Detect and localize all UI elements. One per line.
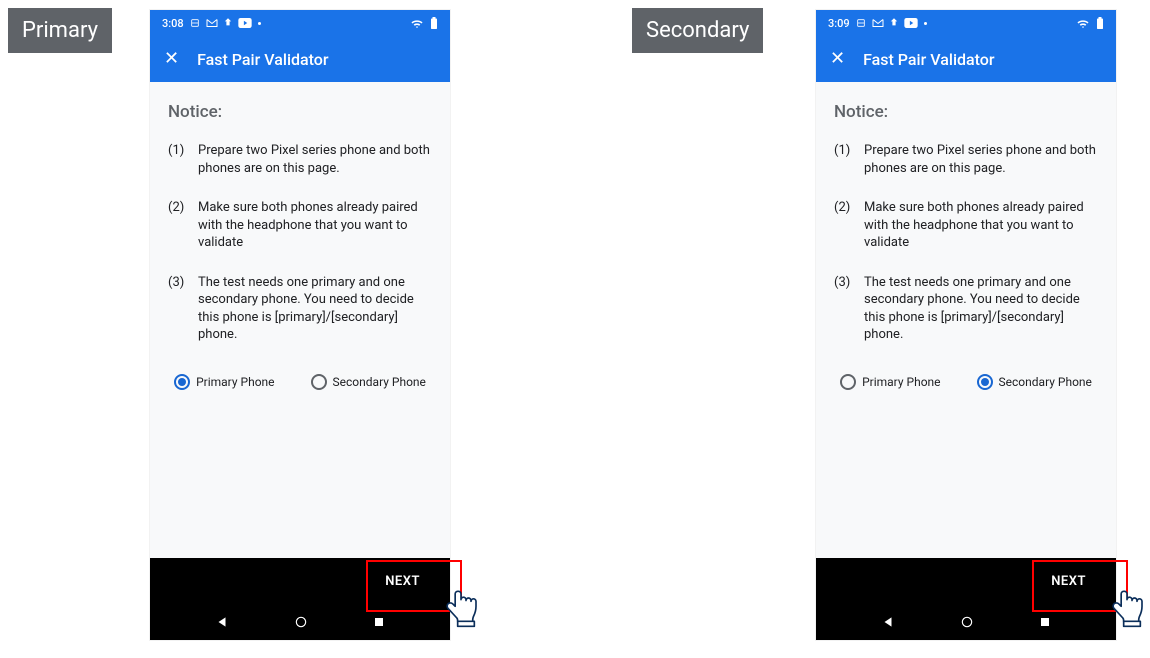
nav-bar xyxy=(150,604,450,640)
notice-text: Prepare two Pixel series phone and both … xyxy=(864,142,1098,177)
radio-group: Primary Phone Secondary Phone xyxy=(834,374,1098,390)
action-bar: NEXT xyxy=(816,558,1116,604)
content-area: Notice: (1) Prepare two Pixel series pho… xyxy=(150,82,450,558)
signal-mini-icon xyxy=(224,18,232,28)
close-icon[interactable]: ✕ xyxy=(164,50,179,68)
next-button[interactable]: NEXT xyxy=(385,574,420,589)
notice-num: (3) xyxy=(168,274,188,344)
notice-num: (1) xyxy=(834,142,854,177)
notice-item: (2) Make sure both phones already paired… xyxy=(168,199,432,252)
wifi-icon xyxy=(1076,18,1090,28)
status-bar: 3:09 xyxy=(816,10,1116,36)
nav-recents-icon[interactable] xyxy=(1039,616,1051,628)
youtube-icon xyxy=(238,18,252,28)
youtube-icon xyxy=(904,18,918,28)
notice-heading: Notice: xyxy=(168,102,432,122)
radio-secondary-phone[interactable]: Secondary Phone xyxy=(977,374,1092,390)
phone-secondary: 3:09 ✕ Fast Pair Validator xyxy=(816,10,1116,640)
nav-home-icon[interactable] xyxy=(294,615,308,629)
bottom-area: NEXT xyxy=(150,558,450,640)
status-bar: 3:08 xyxy=(150,10,450,36)
radio-group: Primary Phone Secondary Phone xyxy=(168,374,432,390)
notice-text: The test needs one primary and one secon… xyxy=(198,274,432,344)
radio-button-icon xyxy=(977,374,993,390)
nav-recents-icon[interactable] xyxy=(373,616,385,628)
radio-label: Secondary Phone xyxy=(999,375,1092,389)
notice-item: (1) Prepare two Pixel series phone and b… xyxy=(168,142,432,177)
radio-label: Secondary Phone xyxy=(333,375,426,389)
notice-item: (2) Make sure both phones already paired… xyxy=(834,199,1098,252)
nav-home-icon[interactable] xyxy=(960,615,974,629)
radio-button-icon xyxy=(174,374,190,390)
nav-bar xyxy=(816,604,1116,640)
radio-primary-phone[interactable]: Primary Phone xyxy=(840,374,940,390)
nav-back-icon[interactable] xyxy=(881,615,895,629)
status-time: 3:09 xyxy=(828,17,850,30)
radio-secondary-phone[interactable]: Secondary Phone xyxy=(311,374,426,390)
pointer-hand-icon xyxy=(444,588,478,628)
notice-text: Make sure both phones already paired wit… xyxy=(864,199,1098,252)
device-label-secondary: Secondary xyxy=(632,8,763,53)
status-more-dot xyxy=(258,22,261,25)
wifi-icon xyxy=(410,18,424,28)
action-bar: NEXT xyxy=(150,558,450,604)
radio-button-icon xyxy=(311,374,327,390)
screenshot-icon xyxy=(856,18,866,28)
notice-text: The test needs one primary and one secon… xyxy=(864,274,1098,344)
app-title: Fast Pair Validator xyxy=(197,50,328,69)
notice-item: (1) Prepare two Pixel series phone and b… xyxy=(834,142,1098,177)
notice-text: Make sure both phones already paired wit… xyxy=(198,199,432,252)
app-bar: ✕ Fast Pair Validator xyxy=(150,36,450,82)
app-bar: ✕ Fast Pair Validator xyxy=(816,36,1116,82)
app-title: Fast Pair Validator xyxy=(863,50,994,69)
notice-item: (3) The test needs one primary and one s… xyxy=(168,274,432,344)
gmail-icon xyxy=(872,18,884,28)
screenshot-icon xyxy=(190,18,200,28)
next-button[interactable]: NEXT xyxy=(1051,574,1086,589)
radio-primary-phone[interactable]: Primary Phone xyxy=(174,374,274,390)
battery-icon xyxy=(430,17,438,29)
gmail-icon xyxy=(206,18,218,28)
notice-num: (3) xyxy=(834,274,854,344)
radio-label: Primary Phone xyxy=(862,375,940,389)
close-icon[interactable]: ✕ xyxy=(830,50,845,68)
notice-heading: Notice: xyxy=(834,102,1098,122)
radio-button-icon xyxy=(840,374,856,390)
content-area: Notice: (1) Prepare two Pixel series pho… xyxy=(816,82,1116,558)
notice-num: (1) xyxy=(168,142,188,177)
status-time: 3:08 xyxy=(162,17,184,30)
device-label-primary: Primary xyxy=(8,8,112,53)
notice-num: (2) xyxy=(168,199,188,252)
phone-primary: 3:08 ✕ Fast Pair Validator xyxy=(150,10,450,640)
notice-item: (3) The test needs one primary and one s… xyxy=(834,274,1098,344)
signal-mini-icon xyxy=(890,18,898,28)
notice-text: Prepare two Pixel series phone and both … xyxy=(198,142,432,177)
bottom-area: NEXT xyxy=(816,558,1116,640)
status-more-dot xyxy=(924,22,927,25)
pointer-hand-icon xyxy=(1110,588,1144,628)
battery-icon xyxy=(1096,17,1104,29)
notice-num: (2) xyxy=(834,199,854,252)
radio-label: Primary Phone xyxy=(196,375,274,389)
nav-back-icon[interactable] xyxy=(215,615,229,629)
